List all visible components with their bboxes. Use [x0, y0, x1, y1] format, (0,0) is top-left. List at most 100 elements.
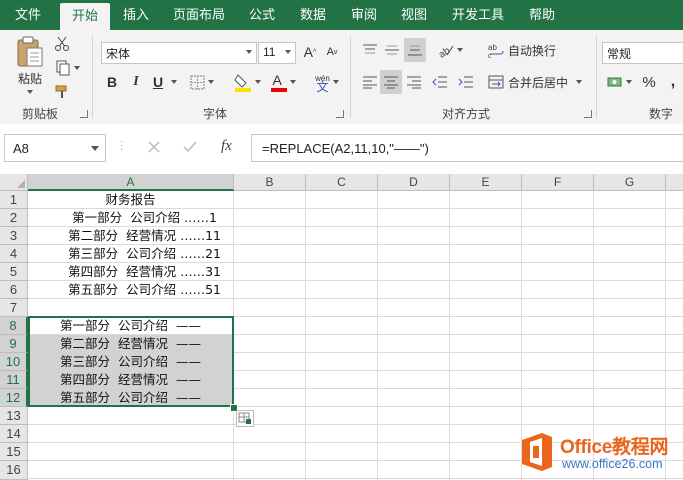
name-box-value: A8 [13, 141, 29, 156]
row-header[interactable]: 10 [0, 353, 28, 371]
underline-button[interactable]: U [149, 72, 167, 92]
cell-a6[interactable]: 第五部分 公司介绍 ……51 [28, 281, 233, 299]
tab-help[interactable]: 帮助 [524, 0, 560, 30]
row-header[interactable]: 13 [0, 407, 28, 425]
font-size-combo[interactable]: 11 [258, 42, 296, 64]
tab-file[interactable]: 文件 [10, 0, 46, 30]
row-header[interactable]: 16 [0, 461, 28, 480]
column-header-f[interactable]: F [522, 174, 594, 191]
align-left-button[interactable] [360, 72, 380, 92]
align-top-button[interactable] [360, 40, 380, 60]
column-header-g[interactable]: G [594, 174, 666, 191]
row-header[interactable]: 11 [0, 371, 28, 389]
wrap-text-button[interactable]: ab c 自动换行 [488, 40, 560, 60]
row-header[interactable]: 6 [0, 281, 28, 299]
merge-dropdown-icon [576, 80, 583, 84]
column-header-h[interactable] [666, 174, 683, 191]
formula-input[interactable]: =REPLACE(A2,11,10,"——") [251, 134, 683, 162]
percent-button[interactable]: % [640, 72, 658, 92]
underline-dropdown-icon[interactable] [171, 80, 177, 84]
number-format-combo[interactable]: 常规 [602, 42, 683, 64]
column-header-c[interactable]: C [306, 174, 378, 191]
column-header-e[interactable]: E [450, 174, 522, 191]
clipboard-icon [17, 36, 43, 67]
borders-button[interactable] [190, 72, 214, 92]
menu-bar: 文件 开始 插入 页面布局 公式 数据 审阅 视图 开发工具 帮助 [0, 0, 683, 30]
border-icon [190, 75, 205, 89]
row-header[interactable]: 14 [0, 425, 28, 443]
accounting-format-button[interactable] [604, 72, 634, 92]
number-group-label: 数字 [648, 107, 673, 121]
row-header[interactable]: 9 [0, 335, 28, 353]
tab-formulas[interactable]: 公式 [244, 0, 280, 30]
comma-style-button[interactable]: , [664, 72, 682, 92]
increase-indent-button[interactable] [456, 72, 476, 92]
tab-review[interactable]: 审阅 [345, 0, 383, 30]
row-header[interactable]: 7 [0, 299, 28, 317]
row-header[interactable]: 4 [0, 245, 28, 263]
font-name-combo[interactable]: 宋体 [101, 42, 257, 64]
cut-button[interactable] [52, 34, 72, 54]
enter-check-icon[interactable] [183, 140, 197, 154]
ribbon: 粘贴 剪贴板 宋体 11 A ^ Av B I U A wén 文 字体 ab … [0, 30, 683, 125]
align-middle-button[interactable] [382, 40, 402, 60]
select-all-button[interactable] [0, 174, 28, 191]
tab-view[interactable]: 视图 [396, 0, 432, 30]
column-header-a[interactable]: A [28, 174, 234, 191]
watermark-title: Office教程网 [560, 437, 669, 458]
svg-text:ab: ab [488, 43, 497, 52]
row-header[interactable]: 8 [0, 317, 28, 335]
paste-button[interactable]: 粘贴 [12, 36, 48, 94]
cell-a2[interactable]: 第一部分 公司介绍 ……1 [28, 209, 233, 227]
orientation-button[interactable]: ab [436, 40, 464, 60]
italic-button[interactable]: I [127, 72, 145, 92]
tab-insert[interactable]: 插入 [116, 0, 156, 30]
increase-font-button[interactable]: A ^ [300, 42, 320, 62]
merge-center-button[interactable]: 合并后居中 [488, 72, 588, 92]
quick-analysis-button[interactable] [236, 410, 254, 427]
align-right-button[interactable] [404, 72, 424, 92]
column-header-d[interactable]: D [378, 174, 450, 191]
decrease-indent-button[interactable] [430, 72, 450, 92]
name-box[interactable]: A8 [4, 134, 106, 162]
cancel-icon[interactable] [147, 140, 161, 154]
fill-color-button[interactable] [232, 70, 262, 94]
paste-label: 粘贴 [17, 72, 42, 86]
row-header[interactable]: 2 [0, 209, 28, 227]
align-center-button[interactable] [380, 70, 402, 94]
clipboard-launcher-icon[interactable] [80, 110, 88, 118]
wrap-text-label: 自动换行 [508, 43, 557, 58]
bold-button[interactable]: B [103, 72, 121, 92]
tab-developer[interactable]: 开发工具 [446, 0, 510, 30]
alignment-group-label: 对齐方式 [441, 107, 490, 121]
cell-a4[interactable]: 第三部分 公司介绍 ……21 [28, 245, 233, 263]
cell-a1[interactable]: 财务报告 [28, 191, 233, 209]
font-color-a-icon: A [272, 72, 282, 88]
row-header[interactable]: 1 [0, 191, 28, 209]
cell-a3[interactable]: 第二部分 经营情况 ……11 [28, 227, 233, 245]
accounting-dropdown-icon [625, 80, 632, 84]
font-launcher-icon[interactable] [336, 110, 344, 118]
row-header[interactable]: 12 [0, 389, 28, 407]
copy-button[interactable] [52, 58, 82, 78]
tab-page-layout[interactable]: 页面布局 [168, 0, 230, 30]
cell-a5[interactable]: 第四部分 经营情况 ……31 [28, 263, 233, 281]
insert-function-icon[interactable]: fx [221, 138, 232, 155]
formula-bar-grip-icon[interactable]: · · · [120, 137, 123, 155]
tab-data[interactable]: 数据 [294, 0, 332, 30]
row-header[interactable]: 15 [0, 443, 28, 461]
column-header-b[interactable]: B [234, 174, 306, 191]
align-bottom-icon [408, 45, 422, 56]
row-header[interactable]: 5 [0, 263, 28, 281]
align-bottom-button[interactable] [404, 38, 426, 62]
tab-home[interactable]: 开始 [60, 3, 110, 30]
row-header[interactable]: 3 [0, 227, 28, 245]
borders-dropdown-icon [208, 80, 214, 84]
alignment-launcher-icon[interactable] [584, 110, 592, 118]
align-left-icon [363, 76, 377, 89]
format-painter-button[interactable] [52, 82, 72, 102]
brush-icon [55, 85, 67, 98]
font-color-button[interactable]: A [268, 70, 298, 94]
decrease-font-button[interactable]: Av [322, 42, 342, 62]
phonetic-button[interactable]: wén 文 [310, 70, 344, 94]
